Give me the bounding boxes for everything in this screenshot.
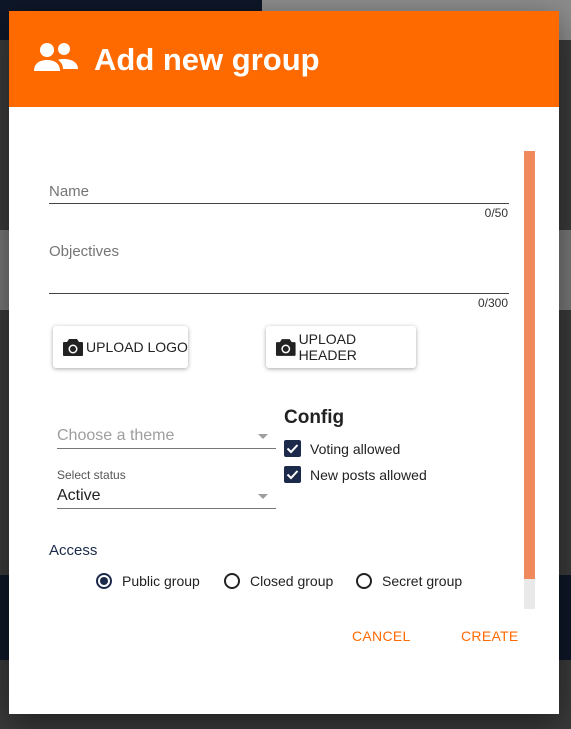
public-group-radio[interactable] [96,573,112,589]
dialog-title: Add new group [94,42,320,77]
camera-icon [275,339,296,356]
access-heading: Access [49,542,98,559]
check-icon [286,470,299,480]
name-field-underline [49,203,509,204]
dialog-header: Add new group [9,11,559,107]
objectives-field-underline [49,293,509,294]
create-button[interactable]: CREATE [461,628,519,644]
new-posts-allowed-checkbox[interactable] [284,466,301,483]
voting-allowed-checkbox[interactable] [284,440,301,457]
upload-header-button[interactable]: UPLOAD HEADER [266,326,416,368]
scrollbar-thumb[interactable] [524,151,535,579]
camera-icon [63,339,83,356]
scrollbar-track[interactable] [524,151,535,609]
theme-select-placeholder: Choose a theme [57,427,175,444]
secret-group-label: Secret group [382,573,463,589]
cancel-button[interactable]: CANCEL [352,628,411,644]
closed-group-label: Closed group [250,573,334,589]
objectives-char-counter: 0/300 [477,296,508,310]
upload-logo-label: UPLOAD LOGO [86,339,188,355]
upload-logo-button[interactable]: UPLOAD LOGO [53,326,188,368]
check-icon [286,444,299,454]
status-select-value: Active [57,487,101,504]
voting-allowed-label: Voting allowed [310,441,401,457]
public-group-label: Public group [122,573,200,589]
theme-select-underline [57,448,276,449]
name-field-label: Name [49,183,90,200]
new-posts-allowed-label: New posts allowed [310,467,427,483]
status-select-label: Select status [57,468,126,482]
group-icon [34,43,78,71]
add-group-dialog: Add new group Name 0/50 Objectives 0/300… [9,11,559,714]
closed-group-radio[interactable] [224,573,240,589]
status-select-underline [57,508,276,509]
objectives-field-label: Objectives [49,243,120,260]
upload-header-label: UPLOAD HEADER [298,331,357,363]
chevron-down-icon [258,434,268,439]
name-char-counter: 0/50 [484,206,508,220]
config-heading: Config [284,407,345,428]
secret-group-radio[interactable] [356,573,372,589]
chevron-down-icon [258,494,268,499]
